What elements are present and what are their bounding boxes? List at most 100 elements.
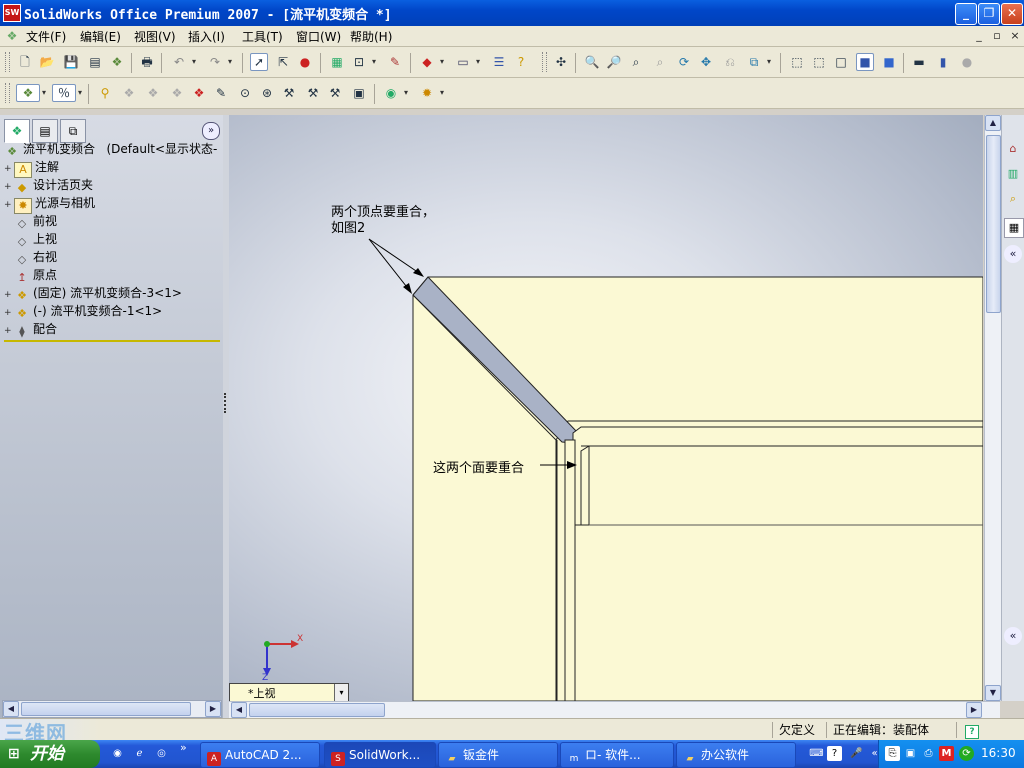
insert-component-icon[interactable]: ％ (52, 84, 76, 102)
hscroll-right-icon[interactable]: ▶ (966, 702, 982, 718)
standard-views-dropdown-icon[interactable]: ▾ (765, 53, 773, 71)
toolbox-dropdown-icon[interactable]: ▾ (438, 84, 446, 102)
undo-icon[interactable]: ↶ (170, 53, 188, 71)
wireframe-icon[interactable]: ⬚ (788, 53, 806, 71)
options-dropdown-icon[interactable]: ▾ (370, 53, 378, 71)
new-motion-study-icon[interactable]: ⊛ (258, 84, 276, 102)
tree-item[interactable]: + ❖ (固定) 流平机变频合-3<1> (4, 284, 182, 302)
view-selector-dropdown-icon[interactable]: ▾ (334, 684, 348, 701)
smart-fasteners-icon[interactable]: ◉ (382, 84, 400, 102)
clock[interactable]: 16:30 (981, 746, 1016, 760)
tree-root[interactable]: ❖ 流平机变频合 (Default<显示状态- (4, 140, 217, 158)
hidden-lines-removed-icon[interactable]: □ (832, 53, 850, 71)
status-help-button[interactable]: ? (956, 722, 989, 739)
viewport-hscrollbar[interactable]: ◀ ▶ (229, 701, 1000, 718)
scroll-down-icon[interactable]: ▼ (985, 685, 1001, 701)
tray-more-icon[interactable]: « (867, 746, 882, 761)
show-hidden-components-icon[interactable]: ❖ (190, 84, 208, 102)
quicklaunch-media-icon[interactable]: ◉ (110, 746, 125, 761)
tree-item[interactable]: + ✸ 光源与相机 (4, 194, 95, 214)
options-icon[interactable]: ⊡ (350, 53, 368, 71)
minimize-button[interactable]: _ (955, 3, 977, 25)
mdi-close-button[interactable]: × (1008, 29, 1022, 42)
view-palette-icon[interactable]: ▦ (1004, 218, 1024, 238)
edit-component-dropdown-icon[interactable]: ▾ (40, 84, 48, 102)
standard-views-icon[interactable]: ⧉ (745, 53, 763, 71)
graphics-area[interactable]: 两个顶点要重合， 如图2 这两个面要重合 X Z *上视 ▾ (229, 115, 983, 701)
rotate-component-icon[interactable]: ❖ (168, 84, 186, 102)
tree-item[interactable]: ◇ 上视 (4, 230, 57, 248)
taskbar-button[interactable]: A AutoCAD 2... (200, 742, 320, 768)
solidworks-resources-icon[interactable]: ⌂ (1004, 140, 1022, 158)
window-dropdown-icon[interactable]: ▾ (474, 53, 482, 71)
vscroll-thumb[interactable] (986, 135, 1001, 313)
collapse-task-pane-icon[interactable]: « (1004, 245, 1022, 263)
view-orientation-icon[interactable]: ✣ (552, 53, 570, 71)
shaded-icon[interactable]: ■ (880, 53, 898, 71)
microphone-icon[interactable]: 🎤 (849, 746, 864, 761)
toolbar-grip[interactable] (5, 52, 10, 72)
properties-icon[interactable]: ☰ (490, 53, 508, 71)
tree-item[interactable]: ↥ 原点 (4, 266, 57, 284)
select-filter-icon[interactable]: ⇱ (274, 53, 292, 71)
zoom-in-out-icon[interactable]: ⌕ (627, 53, 645, 71)
feature-tree-hscrollbar[interactable]: ◀ ▶ (2, 700, 222, 718)
hscroll-left-icon[interactable]: ◀ (231, 702, 247, 718)
taskbar-button[interactable]: ▰ 办公软件 (676, 742, 796, 768)
edit-component-icon[interactable]: ❖ (16, 84, 40, 102)
scroll-left-icon[interactable]: ◀ (3, 701, 19, 717)
rotate-view-icon[interactable]: ⟳ (675, 53, 693, 71)
pan-icon[interactable]: ✥ (697, 53, 715, 71)
mdi-minimize-button[interactable]: _ (972, 29, 986, 42)
assembly-features-icon[interactable]: ✎ (212, 84, 230, 102)
drawing-from-part-icon[interactable]: ▤ (86, 53, 104, 71)
zoom-to-area-icon[interactable]: 🔎 (605, 53, 623, 71)
rebuild-icon[interactable]: ● (296, 53, 314, 71)
hidden-lines-visible-icon[interactable]: ⬚ (810, 53, 828, 71)
window-tile-icon[interactable]: ▭ (454, 53, 472, 71)
interference-detection-icon[interactable]: ▣ (350, 84, 368, 102)
scroll-right-icon[interactable]: ▶ (205, 701, 221, 717)
restore-button[interactable]: ❐ (978, 3, 1000, 25)
instant3d-icon[interactable]: ✎ (386, 53, 404, 71)
toolbox-icon[interactable]: ✹ (418, 84, 436, 102)
scroll-up-icon[interactable]: ▲ (985, 115, 1001, 131)
taskbar-button[interactable]: S SolidWork... (324, 742, 436, 768)
photoworks-icon[interactable]: ◆ (418, 53, 436, 71)
expand-task-pane-icon[interactable]: « (1004, 627, 1022, 645)
usb-icon[interactable]: ⎙ (921, 746, 936, 761)
display-icon[interactable]: ▣ (903, 746, 918, 761)
insert-component-dropdown-icon[interactable]: ▾ (76, 84, 84, 102)
rollback-bar[interactable] (4, 340, 220, 342)
shaded-with-edges-icon[interactable]: ■ (856, 53, 874, 71)
expand-plus-icon[interactable]: + (4, 322, 14, 340)
reference-geometry-icon[interactable]: ⊙ (236, 84, 254, 102)
photoworks-dropdown-icon[interactable]: ▾ (438, 53, 446, 71)
exploded-view-icon[interactable]: ⚒ (304, 84, 322, 102)
previous-view-icon[interactable]: ⎌ (721, 53, 739, 71)
menu-help[interactable]: 帮助(H) (350, 28, 392, 45)
zoom-to-fit-icon[interactable]: 🔍 (583, 53, 601, 71)
tree-item[interactable]: + ⧫ 配合 (4, 320, 57, 338)
viewport-vscrollbar[interactable]: ▲ ▼ (984, 115, 1001, 701)
quicklaunch-ie-icon[interactable]: ℯ (132, 746, 147, 761)
save-icon[interactable]: 💾 (62, 53, 80, 71)
help-tray-icon[interactable]: ? (827, 746, 842, 761)
expand-panel-icon[interactable]: » (202, 122, 220, 140)
quicklaunch-browser-icon[interactable]: ◎ (154, 746, 169, 761)
tree-item[interactable]: ◇ 前视 (4, 212, 57, 230)
toolbar-grip[interactable] (5, 83, 10, 103)
hscroll-thumb[interactable] (249, 703, 385, 717)
tree-item[interactable]: + ❖ (-) 流平机变频合-1<1> (4, 302, 162, 320)
tree-item[interactable]: + ◆ 设计活页夹 (4, 176, 93, 194)
explode-line-sketch-icon[interactable]: ⚒ (326, 84, 344, 102)
security-icon[interactable]: ⟳ (959, 746, 974, 761)
toolbar-grip[interactable] (542, 52, 547, 72)
file-explorer-icon[interactable]: ⌕ (1004, 190, 1022, 208)
bill-of-materials-icon[interactable]: ⚒ (280, 84, 298, 102)
close-button[interactable]: ✕ (1001, 3, 1023, 25)
network-icon[interactable]: ⎘ (885, 746, 900, 761)
section-view-icon[interactable]: ▮ (934, 53, 952, 71)
undo-dropdown-icon[interactable]: ▾ (190, 53, 198, 71)
grid-icon[interactable]: ▦ (328, 53, 346, 71)
